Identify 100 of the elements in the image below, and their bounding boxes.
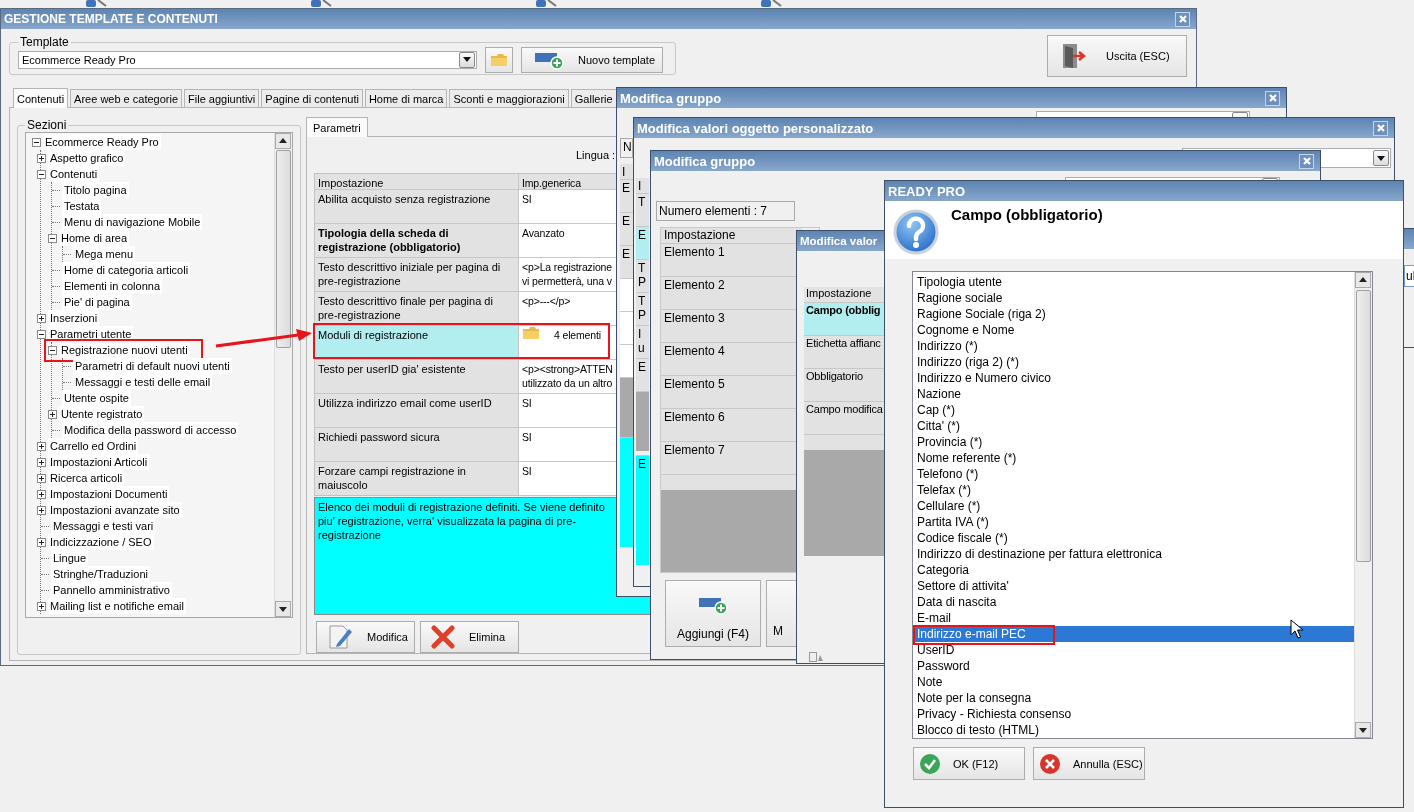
tree-item[interactable]: Impostazioni Documenti <box>48 486 170 502</box>
table-cell[interactable]: Testo descrittivo iniziale per pagina di pre-registrazione <box>315 258 519 291</box>
tree-item[interactable]: Testata <box>62 198 102 214</box>
collapse-icon[interactable] <box>37 169 46 179</box>
tree-item[interactable]: Parametri di default nuovi utenti <box>73 358 232 374</box>
tab[interactable]: Sconti e maggiorazioni <box>449 89 569 107</box>
list-item[interactable]: Citta' (*) <box>913 418 1354 434</box>
list-item[interactable]: Categoria <box>913 562 1354 578</box>
close-button[interactable] <box>1175 11 1190 27</box>
tab[interactable]: Home di marca <box>364 89 448 107</box>
table-cell[interactable]: Elemento 5 <box>661 375 796 408</box>
ok-button[interactable]: OK (F12) <box>913 747 1025 780</box>
list-item[interactable]: Indirizzo e-mail PEC <box>913 626 1354 642</box>
delete-button[interactable]: Elimina <box>420 621 519 653</box>
tree-item[interactable]: Pie' di pagina <box>62 294 132 310</box>
list-item[interactable]: Privacy - Richiesta consenso <box>913 706 1354 722</box>
list-item[interactable]: Indirizzo (*) <box>913 338 1354 354</box>
list-item[interactable]: Cap (*) <box>913 402 1354 418</box>
tab[interactable]: File aggiuntivi <box>184 89 260 107</box>
tree-item[interactable]: Elementi in colonna <box>62 278 162 294</box>
tree-item[interactable]: Home di categoria articoli <box>62 262 191 278</box>
tree-item[interactable]: Utente registrato <box>59 406 145 422</box>
list-item[interactable]: Settore di attivita' <box>913 578 1354 594</box>
table-cell[interactable]: T P <box>636 292 649 325</box>
list-item[interactable]: Nome referente (*) <box>913 450 1354 466</box>
list-item[interactable]: Nazione <box>913 386 1354 402</box>
scrollbar[interactable] <box>274 133 292 617</box>
expand-icon[interactable] <box>48 409 57 419</box>
tree-item[interactable]: Inserzioni <box>48 310 100 326</box>
scrollbar[interactable] <box>1354 272 1372 738</box>
table-cell[interactable]: T P <box>636 259 649 292</box>
collapse-icon[interactable] <box>37 329 46 339</box>
close-button[interactable] <box>1299 153 1314 169</box>
expand-icon[interactable] <box>37 153 46 163</box>
table-cell[interactable]: Campo (obblig <box>804 302 884 335</box>
list-item[interactable]: Codice fiscale (*) <box>913 530 1354 546</box>
tree-item[interactable]: Lingue <box>51 550 89 566</box>
list-item[interactable]: Indirizzo (riga 2) (*) <box>913 354 1354 370</box>
tree-item[interactable]: Impostazioni avanzate sito <box>48 502 182 518</box>
table-cell[interactable]: Avanzato <box>522 226 565 240</box>
tree-item[interactable]: Home di area <box>59 230 130 246</box>
table-cell[interactable]: Elemento 6 <box>661 408 796 441</box>
table-cell[interactable]: <p><strong>ATTEN utilizzato da un altro <box>522 362 613 390</box>
exit-button[interactable]: Uscita (ESC) <box>1047 35 1187 77</box>
table-cell[interactable]: E <box>636 358 649 391</box>
scroll-up-icon[interactable] <box>1355 272 1371 288</box>
table-cell[interactable]: E <box>620 245 633 278</box>
expand-icon[interactable] <box>37 537 46 547</box>
cancel-button[interactable]: Annulla (ESC) <box>1033 747 1145 780</box>
collapse-icon[interactable] <box>48 345 57 355</box>
expand-icon[interactable] <box>37 601 46 611</box>
list-item[interactable]: Note per la consegna <box>913 690 1354 706</box>
scroll-down-icon[interactable] <box>275 601 291 617</box>
table-cell[interactable]: SI <box>522 464 532 478</box>
tree-item[interactable]: Titolo pagina <box>62 182 129 198</box>
list-item[interactable]: UserID <box>913 642 1354 658</box>
tree-item[interactable]: Mega menu <box>73 246 136 262</box>
tree-item[interactable]: Ecommerce Ready Pro <box>43 134 161 150</box>
scroll-up-icon[interactable] <box>275 133 291 149</box>
table-cell[interactable]: Obbligatorio <box>804 368 884 401</box>
collapse-icon[interactable] <box>32 137 41 147</box>
table-cell[interactable]: Testo per userID gia' esistente <box>315 360 519 393</box>
new-template-button[interactable]: Nuovo template <box>521 46 663 73</box>
tree-item[interactable]: Messaggi e testi vari <box>51 518 156 534</box>
table-cell[interactable]: Elemento 7 <box>661 441 796 474</box>
expand-icon[interactable] <box>37 441 46 451</box>
list-item[interactable]: Tipologia utente <box>913 274 1354 290</box>
table-cell[interactable]: Campo modifica <box>804 401 884 434</box>
table-cell[interactable]: Tipologia della scheda di registrazione (obbligatorio) <box>315 224 519 257</box>
table-cell[interactable]: Elemento 1 <box>661 243 796 276</box>
table-cell[interactable]: SI <box>522 430 532 444</box>
table-cell[interactable]: E <box>620 212 633 245</box>
list-item[interactable]: Cellulare (*) <box>913 498 1354 514</box>
tree-item[interactable]: Contenuti <box>48 166 100 182</box>
scrollbar-thumb[interactable] <box>1356 290 1371 562</box>
tree-item[interactable]: Registrazione nuovi utenti <box>59 342 190 358</box>
table-cell[interactable]: Elemento 4 <box>661 342 796 375</box>
input-field[interactable]: Numero elementi : 7 <box>656 201 795 221</box>
table-cell[interactable]: Elemento 3 <box>661 309 796 342</box>
tree-item[interactable]: Indicizzazione / SEO <box>48 534 154 550</box>
tree-item[interactable]: Stringhe/Traduzioni <box>51 566 150 582</box>
table-cell[interactable]: SI <box>522 192 532 206</box>
tree-item[interactable]: Impostazioni Articoli <box>48 454 150 470</box>
list-item[interactable]: Provincia (*) <box>913 434 1354 450</box>
list-item[interactable]: Telefax (*) <box>913 482 1354 498</box>
close-button[interactable] <box>1373 120 1388 136</box>
table-cell[interactable]: 4 elementi <box>554 328 601 342</box>
tab[interactable]: Parametri <box>306 117 368 137</box>
list-item[interactable]: Password <box>913 658 1354 674</box>
expand-icon[interactable] <box>37 313 46 323</box>
list-item[interactable]: Cognome e Nome <box>913 322 1354 338</box>
table-cell[interactable]: Elemento 2 <box>661 276 796 309</box>
table-cell[interactable]: <p>La registrazione vi permetterà, una v <box>522 260 612 288</box>
tree-item[interactable]: Utente ospite <box>62 390 131 406</box>
tree-item[interactable]: Aspetto grafico <box>48 150 126 166</box>
list-item[interactable]: Blocco di testo (HTML) <box>913 722 1354 738</box>
tab[interactable]: Gallerie <box>570 89 617 107</box>
tree-item[interactable]: Mailing list e notifiche email <box>48 598 186 614</box>
table-cell[interactable]: Utilizza indirizzo email come userID <box>315 394 519 427</box>
list-item[interactable]: Partita IVA (*) <box>913 514 1354 530</box>
